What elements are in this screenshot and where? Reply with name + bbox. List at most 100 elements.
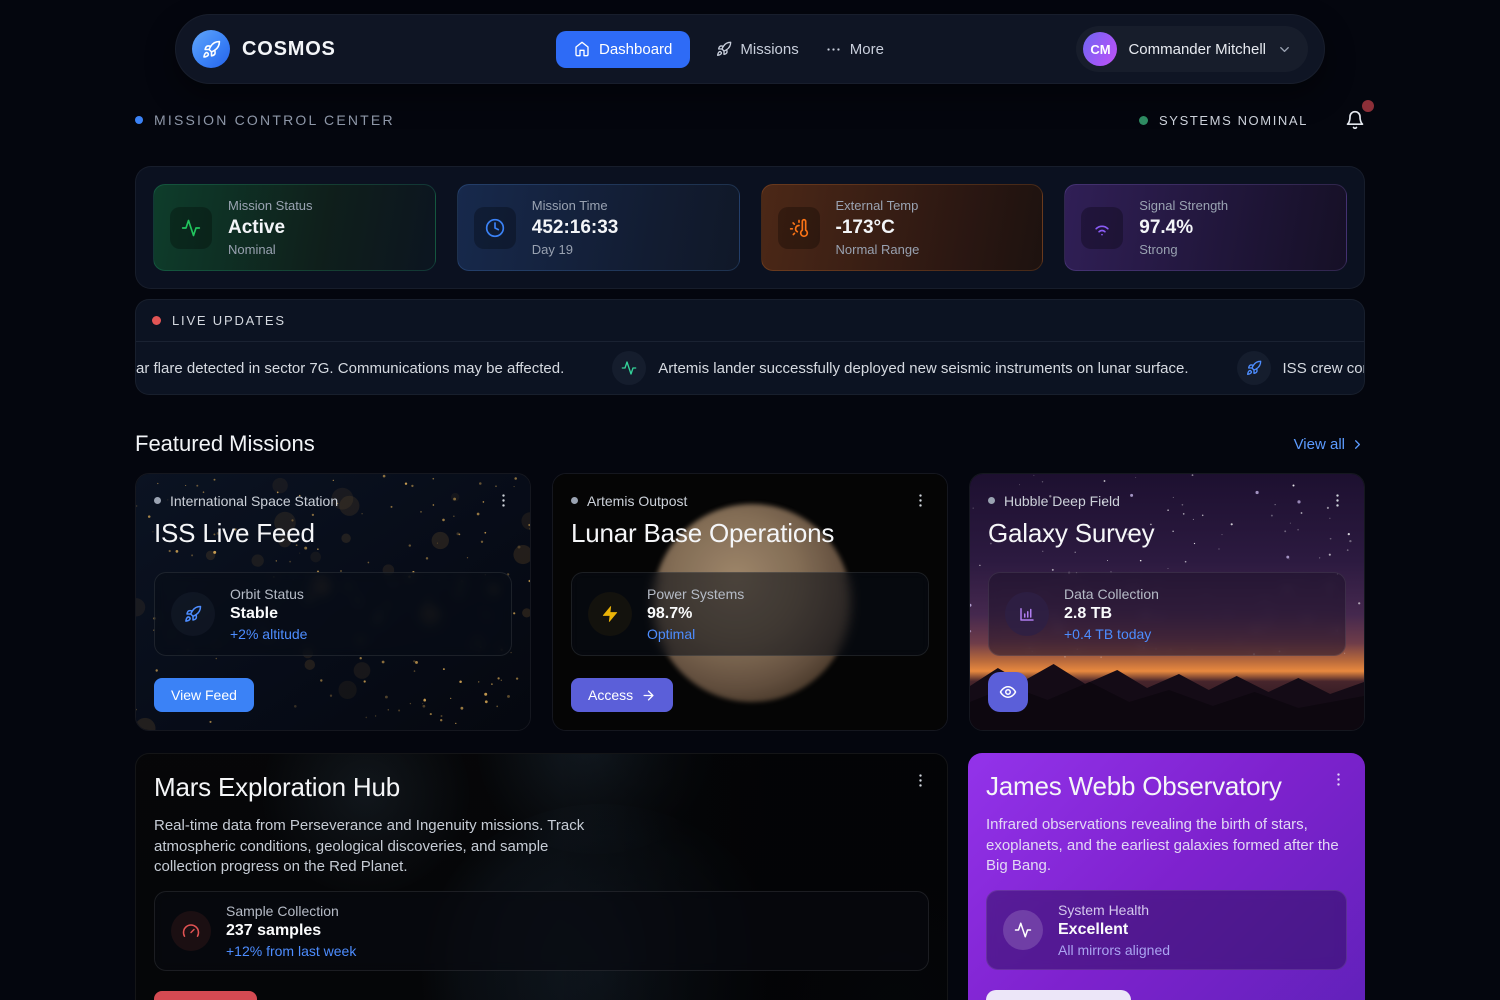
section-title: Featured Missions (135, 431, 315, 457)
activity-icon (170, 207, 212, 249)
ticker-item: Artemis lander successfully deployed new… (612, 351, 1188, 385)
stat-mission-time: Mission Time 452:16:33 Day 19 (457, 184, 740, 271)
tab-missions-label: Missions (740, 41, 798, 58)
stat-value: 452:16:33 (532, 217, 619, 239)
stat-label: External Temp (836, 198, 920, 213)
panel-accent: All mirrors aligned (1058, 942, 1170, 958)
mission-title: Galaxy Survey (988, 518, 1346, 549)
top-navbar: COSMOS Dashboard Missions More CM Comman… (175, 14, 1325, 84)
card-title: James Webb Observatory (986, 771, 1282, 802)
power-systems-panel: Power Systems 98.7% Optimal (571, 572, 929, 656)
stat-value: -173°C (836, 217, 920, 239)
stat-value: 97.4% (1139, 217, 1228, 239)
tab-missions[interactable]: Missions (716, 41, 798, 58)
preview-eye-button[interactable] (988, 672, 1028, 712)
orbit-status-panel: Orbit Status Stable +2% altitude (154, 572, 512, 656)
panel-accent: +0.4 TB today (1064, 626, 1159, 642)
nav-links: Dashboard Missions More (556, 31, 884, 68)
explore-button[interactable]: Explore (154, 991, 257, 1000)
view-all-link[interactable]: View all (1294, 436, 1365, 453)
mission-card-galaxy: Hubble Deep Field Galaxy Survey Data Col… (969, 473, 1365, 731)
wifi-icon (1081, 207, 1123, 249)
rocket-icon (1237, 351, 1271, 385)
stat-label: Mission Time (532, 198, 619, 213)
live-updates-title: LIVE UPDATES (172, 313, 286, 328)
zap-icon (588, 592, 632, 636)
thermometer-icon (778, 207, 820, 249)
panel-value: Stable (230, 605, 307, 623)
ticker-item: ar flare detected in sector 7G. Communic… (136, 360, 564, 377)
panel-label: Power Systems (647, 586, 744, 602)
home-icon (574, 41, 590, 57)
stat-mission-status: Mission Status Active Nominal (153, 184, 436, 271)
stat-signal-strength: Signal Strength 97.4% Strong (1064, 184, 1347, 271)
stat-sub: Strong (1139, 242, 1228, 257)
tag-dot (571, 497, 578, 504)
page-title: MISSION CONTROL CENTER (154, 112, 395, 128)
card-title: Mars Exploration Hub (154, 772, 400, 803)
rocket-logo-icon (192, 30, 230, 68)
panel-value: 237 samples (226, 922, 356, 940)
ticker-text: Artemis lander successfully deployed new… (658, 360, 1188, 377)
panel-accent: +12% from last week (226, 943, 356, 959)
tab-dashboard-label: Dashboard (599, 41, 672, 58)
brand: COSMOS (192, 30, 336, 68)
mission-title: Lunar Base Operations (571, 518, 929, 549)
bar-chart-icon (1005, 592, 1049, 636)
tab-dashboard[interactable]: Dashboard (556, 31, 690, 68)
panel-value: 2.8 TB (1064, 605, 1159, 623)
tag-dot (154, 497, 161, 504)
mission-card-iss: International Space Station ISS Live Fee… (135, 473, 531, 731)
kebab-menu-icon[interactable] (1329, 492, 1346, 509)
kebab-menu-icon[interactable] (912, 492, 929, 509)
avatar: CM (1083, 32, 1117, 66)
system-health-panel: System Health Excellent All mirrors alig… (986, 890, 1347, 970)
mission-tag: Hubble Deep Field (1004, 493, 1120, 509)
ellipsis-icon (825, 41, 842, 58)
stat-value: Active (228, 217, 313, 239)
clock-icon (474, 207, 516, 249)
mission-tag: Artemis Outpost (587, 493, 687, 509)
activity-icon (612, 351, 646, 385)
tab-more[interactable]: More (825, 41, 884, 58)
stat-sub: Nominal (228, 242, 313, 257)
panel-label: System Health (1058, 902, 1170, 918)
view-discoveries-button[interactable]: View discoveries (986, 990, 1131, 1000)
access-button[interactable]: Access (571, 678, 673, 712)
kebab-menu-icon[interactable] (912, 772, 929, 789)
tag-dot (988, 497, 995, 504)
mission-card-lunar: Artemis Outpost Lunar Base Operations Po… (552, 473, 948, 731)
stat-label: Signal Strength (1139, 198, 1228, 213)
rocket-icon (716, 41, 732, 57)
view-feed-button[interactable]: View Feed (154, 678, 254, 712)
chevron-down-icon (1277, 42, 1292, 57)
user-name: Commander Mitchell (1128, 41, 1266, 58)
card-description: Infrared observations revealing the birt… (986, 815, 1347, 877)
kebab-menu-icon[interactable] (1330, 771, 1347, 788)
stat-label: Mission Status (228, 198, 313, 213)
data-collection-panel: Data Collection 2.8 TB +0.4 TB today (988, 572, 1346, 656)
chevron-right-icon (1350, 437, 1365, 452)
live-dot (152, 316, 161, 325)
live-updates-panel: LIVE UPDATES ar flare detected in sector… (135, 299, 1365, 395)
tab-more-label: More (850, 41, 884, 58)
mars-exploration-card: Mars Exploration Hub Real-time data from… (135, 753, 948, 1000)
activity-icon (1003, 910, 1043, 950)
page-header: MISSION CONTROL CENTER SYSTEMS NOMINAL (135, 110, 1365, 130)
ticker-text: ISS crew completes critical E (1283, 360, 1364, 377)
system-status: SYSTEMS NOMINAL (1159, 113, 1308, 128)
panel-label: Sample Collection (226, 903, 356, 919)
james-webb-card: James Webb Observatory Infrared observat… (968, 753, 1365, 1000)
stats-panel: Mission Status Active Nominal Mission Ti… (135, 166, 1365, 289)
card-description: Real-time data from Perseverance and Ing… (154, 816, 602, 878)
panel-accent: +2% altitude (230, 626, 307, 642)
notifications-bell-icon[interactable] (1345, 110, 1365, 130)
eye-icon (999, 683, 1017, 701)
panel-label: Data Collection (1064, 586, 1159, 602)
stat-sub: Day 19 (532, 242, 619, 257)
status-dot (1139, 116, 1148, 125)
kebab-menu-icon[interactable] (495, 492, 512, 509)
user-menu[interactable]: CM Commander Mitchell (1076, 26, 1308, 72)
blue-dot-indicator (135, 116, 143, 124)
stat-external-temp: External Temp -173°C Normal Range (761, 184, 1044, 271)
